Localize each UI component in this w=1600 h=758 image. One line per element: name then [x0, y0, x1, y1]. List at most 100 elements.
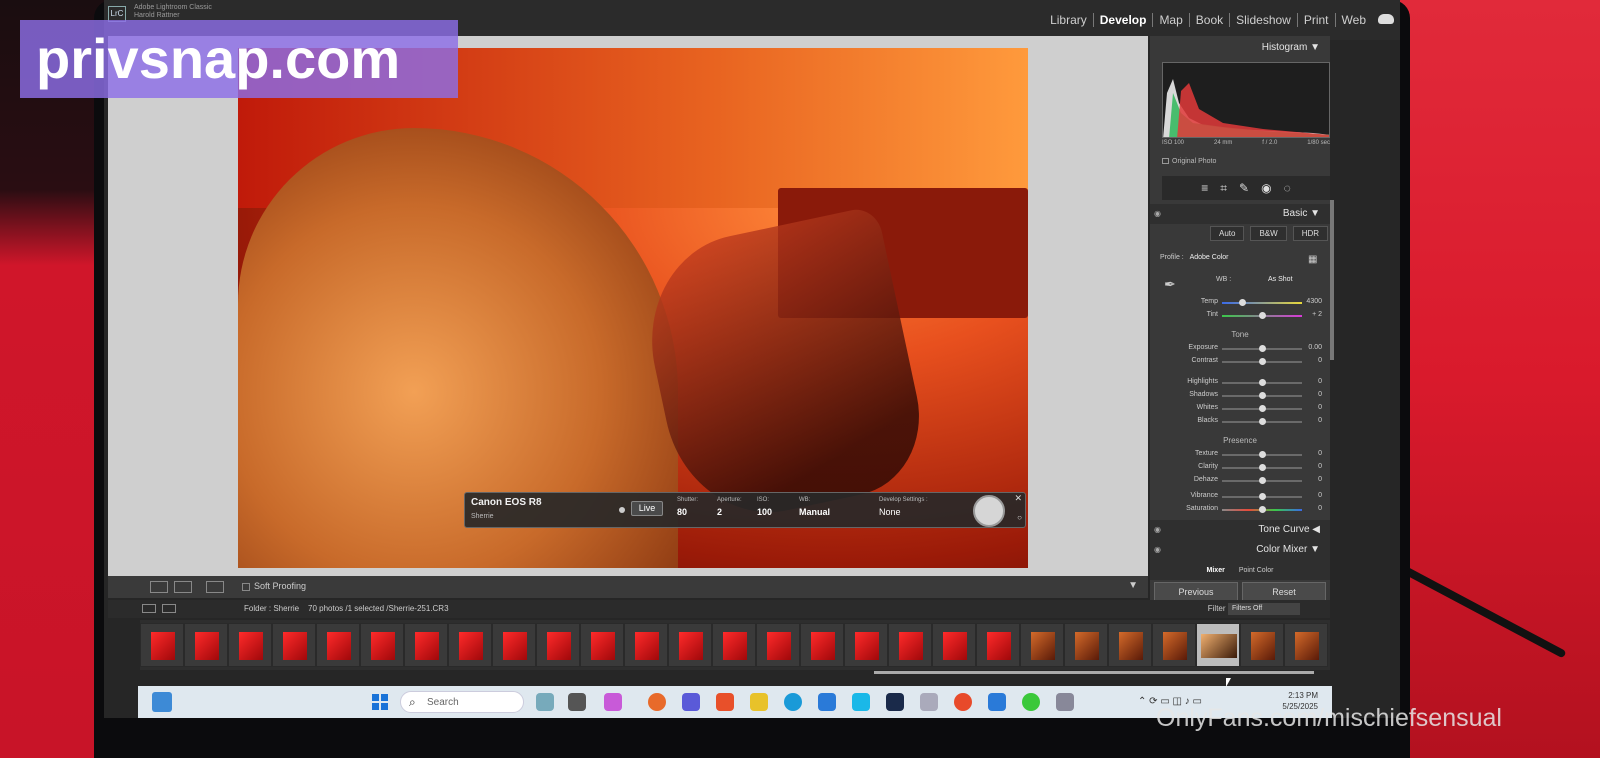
- image-canvas[interactable]: Canon EOS R8 Sherrie Live Shutter: 80 Ap…: [108, 36, 1148, 576]
- settings-icon[interactable]: [1056, 693, 1074, 711]
- filmstrip-thumbnail[interactable]: [1020, 623, 1064, 667]
- tone-curve-header[interactable]: Tone Curve ◀: [1150, 520, 1330, 540]
- slider-value[interactable]: 0: [1318, 378, 1322, 385]
- redeye-icon[interactable]: ◉: [1261, 182, 1271, 194]
- slider-track[interactable]: [1222, 302, 1302, 304]
- module-slideshow[interactable]: Slideshow: [1230, 13, 1298, 27]
- previous-button[interactable]: Previous: [1154, 582, 1238, 602]
- slider-knob[interactable]: [1259, 506, 1266, 513]
- app-icon[interactable]: [818, 693, 836, 711]
- second-window-icon[interactable]: [162, 604, 176, 613]
- filmstrip-thumbnail[interactable]: [316, 623, 360, 667]
- filmstrip-thumbnail[interactable]: [888, 623, 932, 667]
- filmstrip-thumbnail[interactable]: [448, 623, 492, 667]
- slider-knob[interactable]: [1259, 358, 1266, 365]
- module-develop[interactable]: Develop: [1094, 13, 1154, 27]
- mask-icon[interactable]: ◌: [1284, 182, 1291, 194]
- app-icon[interactable]: [920, 693, 938, 711]
- filmstrip-thumbnail[interactable]: [976, 623, 1020, 667]
- eye-icon[interactable]: ◉: [1154, 209, 1161, 218]
- slider-value[interactable]: + 2: [1312, 311, 1322, 318]
- slider-value[interactable]: 0.00: [1308, 344, 1322, 351]
- reset-button[interactable]: Reset: [1242, 582, 1326, 602]
- histogram[interactable]: [1162, 62, 1330, 138]
- main-window-icon[interactable]: [142, 604, 156, 613]
- filmstrip-thumbnail[interactable]: [668, 623, 712, 667]
- filmstrip-thumbnail[interactable]: [1196, 623, 1240, 667]
- slider-value[interactable]: 0: [1318, 417, 1322, 424]
- chrome-icon[interactable]: [954, 693, 972, 711]
- slider-knob[interactable]: [1259, 379, 1266, 386]
- module-book[interactable]: Book: [1190, 13, 1231, 27]
- module-library[interactable]: Library: [1044, 13, 1094, 27]
- aperture-field[interactable]: Aperture: 2: [717, 497, 742, 517]
- brave-icon[interactable]: [716, 693, 734, 711]
- tone-curve-eye-icon[interactable]: ◉: [1154, 525, 1161, 534]
- slider-clarity[interactable]: Clarity 0: [1160, 463, 1330, 473]
- slider-exposure[interactable]: Exposure 0.00: [1160, 344, 1330, 354]
- hdr-button[interactable]: HDR: [1292, 226, 1329, 241]
- slider-value[interactable]: 4300: [1306, 298, 1322, 305]
- slider-vibrance[interactable]: Vibrance 0: [1160, 492, 1330, 502]
- slider-value[interactable]: 0: [1318, 505, 1322, 512]
- slider-value[interactable]: 0: [1318, 492, 1322, 499]
- filmstrip-thumbnail[interactable]: [932, 623, 976, 667]
- slider-knob[interactable]: [1259, 451, 1266, 458]
- profile-row[interactable]: Profile : Adobe Color: [1160, 254, 1229, 261]
- filmstrip-thumbnail[interactable]: [1284, 623, 1328, 667]
- auto-button[interactable]: Auto: [1210, 226, 1245, 241]
- slider-knob[interactable]: [1259, 345, 1266, 352]
- start-icon[interactable]: [372, 694, 388, 710]
- filmstrip-thumbnail[interactable]: [624, 623, 668, 667]
- filmstrip-thumbnail[interactable]: [1152, 623, 1196, 667]
- bw-button[interactable]: B&W: [1250, 226, 1287, 241]
- slider-dehaze[interactable]: Dehaze 0: [1160, 476, 1330, 486]
- vscode-icon[interactable]: [988, 693, 1006, 711]
- slider-contrast[interactable]: Contrast 0: [1160, 357, 1330, 367]
- heal-icon[interactable]: ✎: [1239, 182, 1249, 194]
- filmstrip-thumbnail[interactable]: [844, 623, 888, 667]
- slider-knob[interactable]: [1239, 299, 1246, 306]
- slider-value[interactable]: 0: [1318, 357, 1322, 364]
- develop-settings-field[interactable]: Develop Settings : None: [879, 497, 928, 517]
- slider-texture[interactable]: Texture 0: [1160, 450, 1330, 460]
- slider-value[interactable]: 0: [1318, 463, 1322, 470]
- slider-knob[interactable]: [1259, 493, 1266, 500]
- live-button[interactable]: Live: [631, 501, 663, 516]
- filmstrip-thumbnail[interactable]: [536, 623, 580, 667]
- slider-knob[interactable]: [1259, 392, 1266, 399]
- filmstrip-thumbnail[interactable]: [712, 623, 756, 667]
- filmstrip-thumbnail[interactable]: [228, 623, 272, 667]
- slider-knob[interactable]: [1259, 477, 1266, 484]
- teams-icon[interactable]: [682, 693, 700, 711]
- module-web[interactable]: Web: [1336, 13, 1372, 27]
- module-print[interactable]: Print: [1298, 13, 1336, 27]
- loupe-view-icon[interactable]: [150, 581, 168, 593]
- filmstrip-thumbnail[interactable]: [756, 623, 800, 667]
- firefox-icon[interactable]: [648, 693, 666, 711]
- soft-proofing-checkbox[interactable]: [242, 583, 250, 591]
- widgets-icon[interactable]: [152, 692, 172, 712]
- filmstrip-thumbnail[interactable]: [184, 623, 228, 667]
- filmstrip-scrollbar[interactable]: [874, 671, 1314, 674]
- slider-knob[interactable]: [1259, 464, 1266, 471]
- filmstrip-thumbnail[interactable]: [1064, 623, 1108, 667]
- iso-field[interactable]: ISO: 100: [757, 497, 772, 517]
- slider-value[interactable]: 0: [1318, 391, 1322, 398]
- slider-highlights[interactable]: Highlights 0: [1160, 378, 1330, 388]
- camera-name[interactable]: Canon EOS R8: [471, 497, 542, 508]
- folder-label[interactable]: Folder : Sherrie: [244, 604, 299, 613]
- slider-whites[interactable]: Whites 0: [1160, 404, 1330, 414]
- gear-icon[interactable]: ○: [1017, 513, 1022, 522]
- panel-scrollbar[interactable]: [1330, 200, 1334, 360]
- taskview-icon[interactable]: [536, 693, 554, 711]
- before-after-view-icon[interactable]: [206, 581, 224, 593]
- filmstrip-thumbnail[interactable]: [272, 623, 316, 667]
- slider-value[interactable]: 0: [1318, 476, 1322, 483]
- toolbar-menu-icon[interactable]: ▼: [1128, 580, 1138, 591]
- edge-icon[interactable]: [784, 693, 802, 711]
- slider-knob[interactable]: [1259, 405, 1266, 412]
- capture-button[interactable]: [973, 495, 1005, 527]
- crop-icon[interactable]: ⌗: [1220, 182, 1227, 194]
- slider-temp[interactable]: Temp 4300: [1160, 298, 1330, 308]
